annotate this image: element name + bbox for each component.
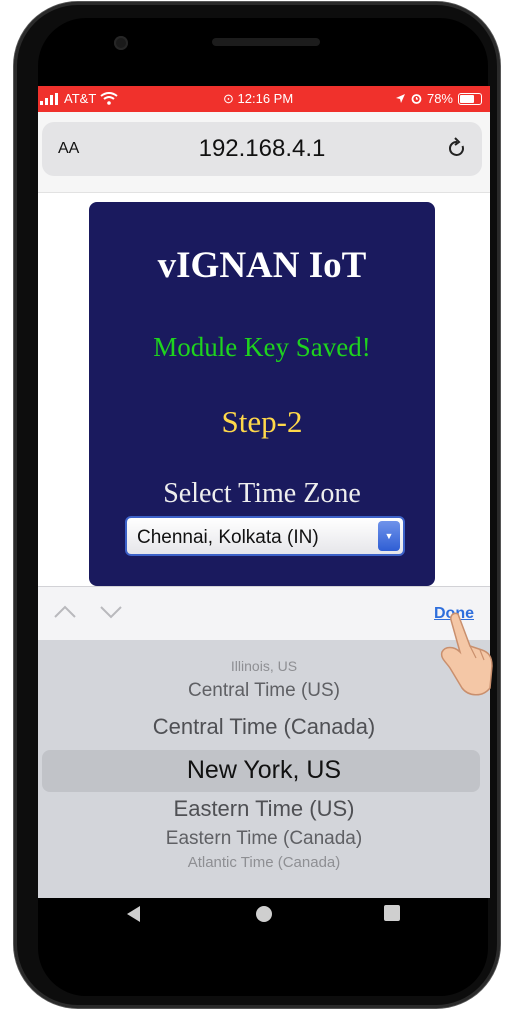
- recents-nav-icon[interactable]: [383, 904, 401, 922]
- alarm-clock-icon: [411, 94, 422, 104]
- step-heading: Step-2: [221, 404, 303, 439]
- front-camera: [114, 36, 128, 50]
- picker-option[interactable]: Atlantic Time (Canada): [38, 854, 490, 871]
- status-right: 78%: [395, 91, 482, 106]
- earpiece-speaker: [212, 38, 320, 46]
- carrier-name: AT&T: [64, 91, 97, 106]
- browser-toolbar: AA 192.168.4.1: [38, 112, 490, 193]
- battery-percent: 78%: [426, 91, 453, 106]
- url-text: 192.168.4.1: [198, 135, 326, 162]
- status-message: Module Key Saved!: [153, 332, 371, 362]
- wifi-icon: [100, 92, 118, 105]
- signal-icon: [40, 92, 58, 105]
- home-nav-icon[interactable]: [254, 904, 274, 924]
- phone-screen: AT&T ⊙ 12:16 PM 78% AA 192.168.4.1 vIGNA…: [38, 86, 490, 898]
- status-left: AT&T: [40, 91, 118, 106]
- tap-hand-pointer-icon: [440, 612, 493, 696]
- picker-option-selected[interactable]: New York, US: [38, 756, 490, 785]
- timezone-label: Select Time Zone: [163, 478, 361, 509]
- picker-option[interactable]: Eastern Time (Canada): [38, 828, 490, 850]
- timezone-select[interactable]: Chennai, Kolkata (IN) ▼: [125, 516, 405, 556]
- address-bar[interactable]: AA 192.168.4.1: [42, 122, 482, 176]
- status-time: ⊙ 12:16 PM: [223, 91, 293, 107]
- status-bar: AT&T ⊙ 12:16 PM 78%: [38, 86, 490, 112]
- clock-text: 12:16 PM: [237, 91, 294, 106]
- dropdown-arrow-icon[interactable]: ▼: [378, 521, 400, 551]
- picker-option[interactable]: Central Time (Canada): [38, 714, 490, 740]
- page-title: vIGNAN IoT: [157, 245, 367, 286]
- chevron-down-icon[interactable]: [98, 599, 124, 625]
- config-card: vIGNAN IoT Module Key Saved! Step-2 Sele…: [89, 202, 435, 586]
- battery-icon: [458, 92, 482, 105]
- battery-fill: [460, 94, 474, 103]
- back-nav-icon[interactable]: [124, 904, 142, 924]
- reload-icon[interactable]: [446, 136, 468, 160]
- location-icon: [395, 94, 405, 103]
- chevron-up-icon[interactable]: [52, 599, 78, 625]
- alarm-icon: ⊙: [223, 91, 234, 106]
- picker-option[interactable]: Eastern Time (US): [38, 796, 490, 822]
- timezone-selected-value: Chennai, Kolkata (IN): [137, 527, 319, 548]
